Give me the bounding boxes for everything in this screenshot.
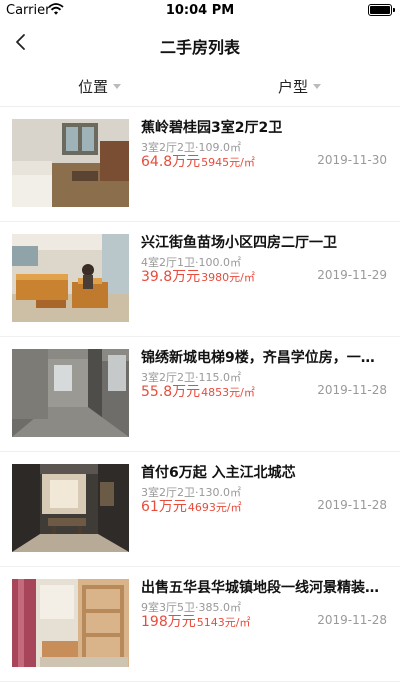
listing-title: 兴江街鱼苗场小区四房二厅一卫	[141, 235, 337, 251]
status-bar: Carrier 10:04 PM	[0, 0, 400, 22]
listing-unit-price: 5143元/㎡	[196, 616, 251, 629]
page-title: 二手房列表	[159, 38, 240, 57]
listing-title: 蕉岭碧桂园3室2厅2卫	[141, 120, 283, 136]
listing-unit-price: 3980元/㎡	[201, 271, 255, 284]
back-button[interactable]	[6, 28, 38, 60]
listing-date: 2019-11-28	[317, 383, 387, 397]
filter-bar: 位置 户型	[0, 66, 400, 107]
chevron-left-icon	[16, 34, 25, 50]
listing-date: 2019-11-30	[317, 153, 387, 167]
listing-price: 61万元	[141, 499, 187, 515]
listing-date: 2019-11-29	[317, 268, 387, 282]
listing-price-row: 198万元5143元/㎡	[141, 611, 250, 631]
filter-layout-dropdown[interactable]: 户型	[278, 74, 322, 98]
listing-price: 55.8万元	[141, 384, 201, 400]
listing-price-row: 61万元4693元/㎡	[141, 496, 242, 516]
listing-photo	[12, 464, 129, 552]
listing-price-row: 64.8万元5945元/㎡	[141, 151, 255, 171]
listing-item[interactable]: 兴江街鱼苗场小区四房二厅一卫 4室2厅1卫·100.0㎡ 39.8万元3980元…	[0, 222, 400, 337]
listing-item[interactable]: 出售五华县华城镇地段一线河景精装… 9室3厅5卫·385.0㎡ 198万元514…	[0, 567, 400, 682]
listing-unit-price: 5945元/㎡	[201, 156, 255, 169]
listing-date: 2019-11-28	[317, 498, 387, 512]
listing-date: 2019-11-28	[317, 613, 387, 627]
caret-down-icon	[313, 83, 322, 89]
filter-layout-label: 户型	[278, 77, 309, 96]
listing-price: 198万元	[141, 614, 196, 630]
listing-unit-price: 4693元/㎡	[187, 501, 242, 514]
navigation-bar: 二手房列表	[0, 22, 400, 66]
listing-photo	[12, 349, 129, 437]
listing-photo	[12, 234, 129, 322]
clock: 10:04 PM	[165, 3, 235, 18]
filter-location-label: 位置	[78, 77, 109, 96]
listing-title: 锦绣新城电梯9楼，齐昌学位房，一…	[141, 350, 375, 366]
listing-price: 39.8万元	[141, 269, 201, 285]
listing-photo	[12, 119, 129, 207]
listing-item[interactable]: 锦绣新城电梯9楼，齐昌学位房，一… 3室2厅2卫·115.0㎡ 55.8万元48…	[0, 337, 400, 452]
listing-item[interactable]: 首付6万起 入主江北城芯 3室2厅2卫·130.0㎡ 61万元4693元/㎡ 2…	[0, 452, 400, 567]
listing-list: 蕉岭碧桂园3室2厅2卫 3室2厅2卫·109.0㎡ 64.8万元5945元/㎡ …	[0, 107, 400, 682]
listing-price: 64.8万元	[141, 154, 201, 170]
listing-photo	[12, 579, 129, 667]
listing-unit-price: 4853元/㎡	[201, 386, 255, 399]
listing-title: 出售五华县华城镇地段一线河景精装…	[141, 580, 379, 596]
listing-price-row: 55.8万元4853元/㎡	[141, 381, 255, 401]
caret-down-icon	[113, 83, 122, 89]
listing-price-row: 39.8万元3980元/㎡	[141, 266, 255, 286]
battery-icon	[368, 4, 395, 16]
listing-item[interactable]: 蕉岭碧桂园3室2厅2卫 3室2厅2卫·109.0㎡ 64.8万元5945元/㎡ …	[0, 107, 400, 222]
listing-title: 首付6万起 入主江北城芯	[141, 465, 296, 481]
filter-location-dropdown[interactable]: 位置	[78, 74, 122, 98]
